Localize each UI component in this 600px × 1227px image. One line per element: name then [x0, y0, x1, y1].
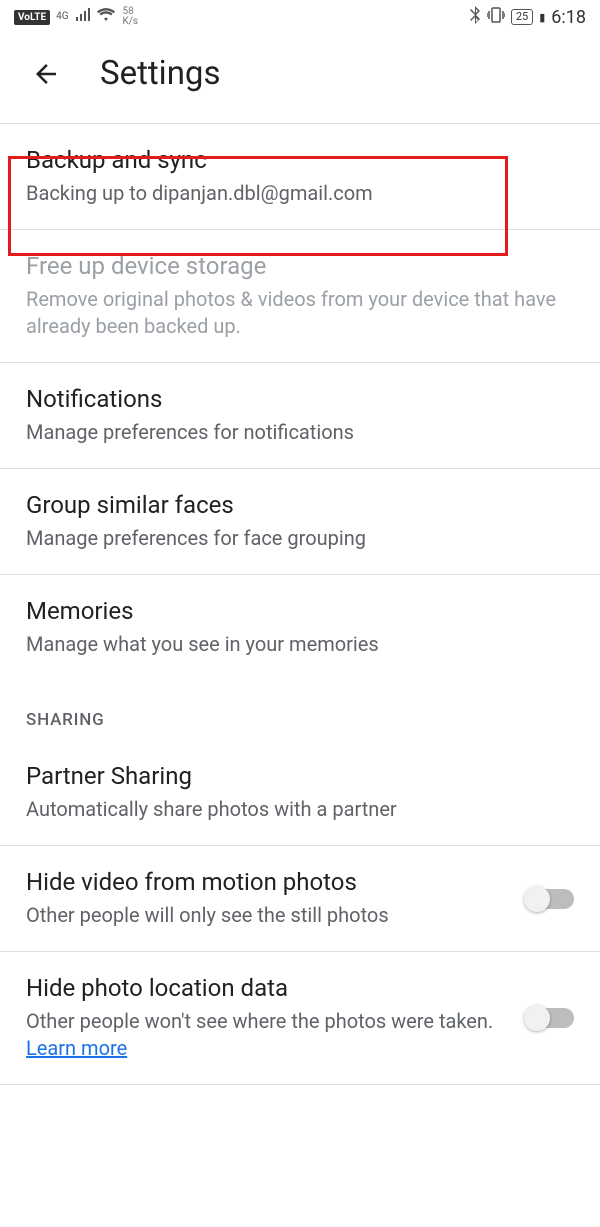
setting-subtitle: Manage what you see in your memories: [26, 631, 574, 658]
page-title: Settings: [100, 54, 221, 93]
network-type: 4G: [56, 12, 68, 22]
setting-notifications[interactable]: Notifications Manage preferences for not…: [0, 363, 600, 468]
setting-title: Notifications: [26, 385, 574, 413]
setting-subtitle: Manage preferences for face grouping: [26, 525, 574, 552]
app-header: Settings: [0, 32, 600, 123]
setting-hide-location[interactable]: Hide photo location data Other people wo…: [0, 952, 600, 1084]
status-right: 25 ▮ 6:18: [469, 6, 586, 28]
status-bar: VoLTE 4G 58 K/s 25 ▮ 6:18: [0, 0, 600, 32]
setting-subtitle: Automatically share photos with a partne…: [26, 796, 574, 823]
section-header-sharing: SHARING: [0, 680, 600, 740]
setting-title: Partner Sharing: [26, 762, 574, 790]
toggle-hide-video[interactable]: [526, 889, 574, 909]
volte-badge: VoLTE: [14, 10, 50, 25]
status-left: VoLTE 4G 58 K/s: [14, 7, 138, 27]
learn-more-link[interactable]: Learn more: [26, 1036, 127, 1060]
battery-tip: ▮: [539, 11, 545, 24]
divider: [0, 1084, 600, 1085]
setting-subtitle: Other people won't see where the photos …: [26, 1008, 510, 1062]
setting-title: Backup and sync: [26, 146, 574, 174]
battery-level: 25: [511, 9, 533, 24]
toggle-hide-location[interactable]: [526, 1008, 574, 1028]
setting-partner-sharing[interactable]: Partner Sharing Automatically share phot…: [0, 740, 600, 845]
setting-group-faces[interactable]: Group similar faces Manage preferences f…: [0, 469, 600, 574]
setting-subtitle: Backing up to dipanjan.dbl@gmail.com: [26, 180, 574, 207]
wifi-icon: [97, 8, 115, 26]
toggle-knob: [524, 886, 550, 912]
bluetooth-icon: [469, 6, 481, 28]
clock: 6:18: [551, 7, 586, 28]
back-button[interactable]: [28, 56, 64, 92]
setting-hide-video[interactable]: Hide video from motion photos Other peop…: [0, 846, 600, 951]
setting-title: Free up device storage: [26, 252, 574, 280]
setting-title: Memories: [26, 597, 574, 625]
network-speed: 58 K/s: [123, 7, 139, 27]
setting-backup-sync[interactable]: Backup and sync Backing up to dipanjan.d…: [0, 124, 600, 229]
setting-subtitle: Remove original photos & videos from you…: [26, 286, 574, 340]
setting-title: Hide video from motion photos: [26, 868, 510, 896]
setting-subtitle: Manage preferences for notifications: [26, 419, 574, 446]
setting-memories[interactable]: Memories Manage what you see in your mem…: [0, 575, 600, 680]
setting-title: Group similar faces: [26, 491, 574, 519]
signal-icon: [75, 8, 91, 26]
vibrate-icon: [487, 7, 505, 27]
setting-title: Hide photo location data: [26, 974, 510, 1002]
toggle-knob: [524, 1005, 550, 1031]
setting-subtitle: Other people will only see the still pho…: [26, 902, 510, 929]
setting-free-up-storage[interactable]: Free up device storage Remove original p…: [0, 230, 600, 362]
